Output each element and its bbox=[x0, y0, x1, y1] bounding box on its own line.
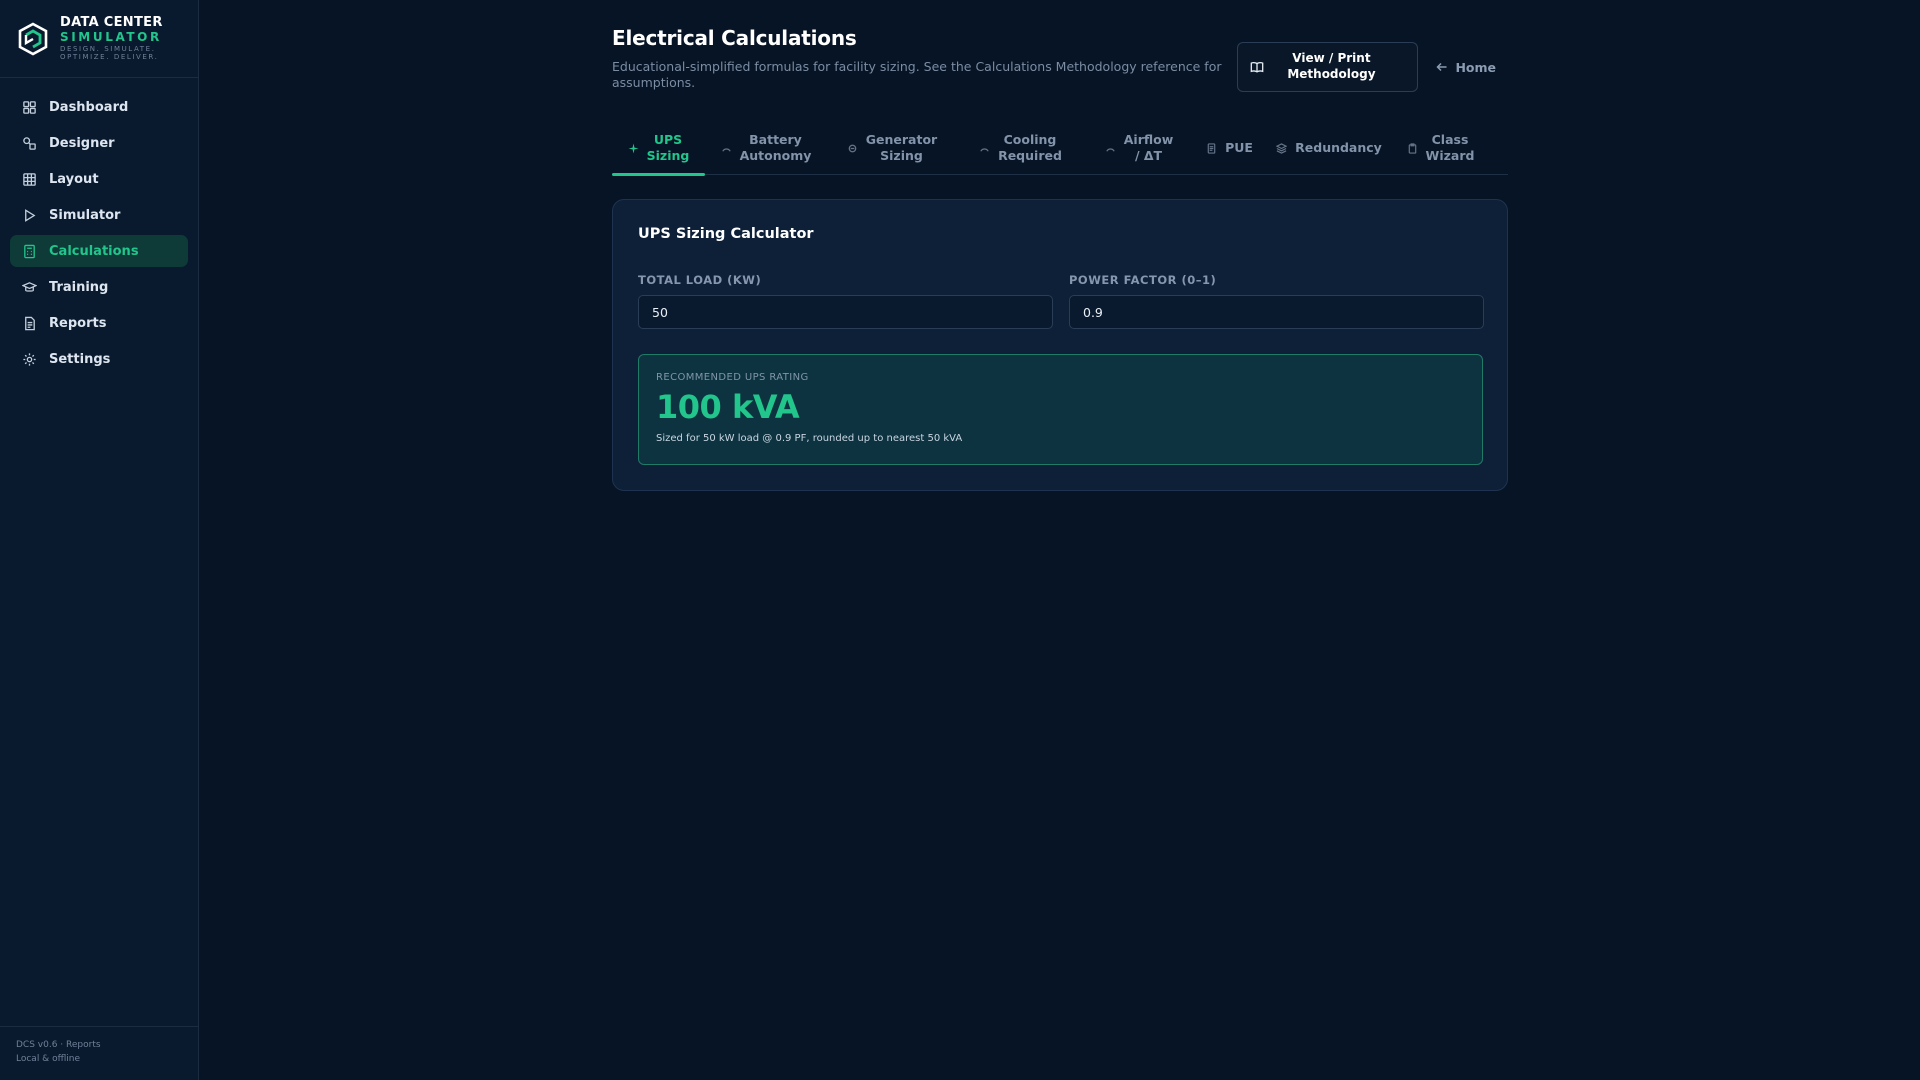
tab-label: Cooling Required bbox=[998, 131, 1062, 163]
tab-label: Generator Sizing bbox=[865, 131, 938, 163]
total-load-field: TOTAL LOAD (KW) bbox=[638, 273, 1053, 329]
result-note: Sized for 50 kW load @ 0.9 PF, rounded u… bbox=[656, 433, 963, 444]
clipboard-icon bbox=[1407, 142, 1418, 154]
sidebar: DATA CENTER SIMULATOR DESIGN. SIMULATE. … bbox=[0, 0, 199, 1080]
total-load-label: TOTAL LOAD (KW) bbox=[638, 273, 762, 287]
tab-cooling-required[interactable]: Cooling Required bbox=[957, 122, 1084, 174]
sidebar-item-label: Simulator bbox=[49, 207, 121, 223]
result-label: RECOMMENDED UPS RATING bbox=[656, 372, 809, 383]
shapes-icon bbox=[22, 136, 37, 151]
power-factor-input[interactable] bbox=[1069, 295, 1484, 329]
power-factor-field: POWER FACTOR (0–1) bbox=[1069, 273, 1484, 329]
sidebar-item-label: Layout bbox=[49, 171, 99, 187]
document-icon bbox=[22, 316, 37, 331]
calculator-tabs: UPS Sizing Battery Autonomy Generator Si… bbox=[612, 122, 1508, 176]
sidebar-nav: Dashboard Designer Layout Simulator Calc… bbox=[0, 78, 198, 375]
brand-name: DATA CENTER bbox=[60, 15, 163, 30]
tab-label: Class Wizard bbox=[1425, 131, 1475, 163]
ups-sizing-card: UPS Sizing Calculator TOTAL LOAD (KW) PO… bbox=[612, 199, 1508, 491]
logo-icon bbox=[17, 22, 49, 56]
sidebar-item-label: Calculations bbox=[49, 243, 139, 259]
layers-icon bbox=[1276, 142, 1288, 154]
sidebar-item-designer[interactable]: Designer bbox=[10, 127, 188, 159]
graduation-cap-icon bbox=[22, 280, 37, 295]
sidebar-item-label: Reports bbox=[49, 315, 107, 331]
view-methodology-button[interactable]: View / Print Methodology bbox=[1237, 42, 1419, 92]
header-actions: View / Print Methodology Home bbox=[1237, 42, 1508, 92]
tab-ups-sizing[interactable]: UPS Sizing bbox=[612, 122, 705, 176]
version-text: DCS v0.6 · Reports bbox=[16, 1040, 101, 1050]
page-subtitle: Educational-simplified formulas for faci… bbox=[612, 59, 1222, 90]
view-methodology-label: View / Print Methodology bbox=[1287, 51, 1376, 81]
arrow-left-icon bbox=[1436, 61, 1448, 73]
power-factor-label: POWER FACTOR (0–1) bbox=[1069, 273, 1217, 287]
tab-label: Airflow / ΔT bbox=[1123, 131, 1174, 163]
result-value: 100 kVA bbox=[656, 388, 800, 426]
total-load-input[interactable] bbox=[638, 295, 1053, 329]
calculator-icon bbox=[22, 244, 37, 259]
gauge-icon bbox=[1105, 143, 1116, 154]
tab-label: Battery Autonomy bbox=[739, 131, 812, 163]
sidebar-footer: DCS v0.6 · Reports Local & offline bbox=[0, 1026, 199, 1080]
document-icon bbox=[1206, 142, 1217, 154]
sidebar-item-label: Settings bbox=[49, 351, 111, 367]
generator-icon bbox=[847, 143, 858, 154]
layout-grid-icon bbox=[22, 172, 37, 187]
sidebar-item-simulator[interactable]: Simulator bbox=[10, 199, 188, 231]
tab-redundancy[interactable]: Redundancy bbox=[1265, 122, 1393, 174]
tab-class-wizard[interactable]: Class Wizard bbox=[1393, 122, 1488, 174]
sidebar-item-calculations[interactable]: Calculations bbox=[10, 235, 188, 267]
tab-airflow[interactable]: Airflow / ΔT bbox=[1084, 122, 1194, 174]
tab-battery-autonomy[interactable]: Battery Autonomy bbox=[705, 122, 827, 174]
sidebar-item-label: Designer bbox=[49, 135, 115, 151]
gauge-icon bbox=[721, 143, 732, 154]
sidebar-item-dashboard[interactable]: Dashboard bbox=[10, 91, 188, 123]
brand-product: SIMULATOR bbox=[60, 30, 162, 44]
book-icon bbox=[1250, 60, 1264, 74]
tab-generator-sizing[interactable]: Generator Sizing bbox=[827, 122, 957, 174]
tab-label: Redundancy bbox=[1295, 139, 1382, 155]
sidebar-item-training[interactable]: Training bbox=[10, 271, 188, 303]
sidebar-item-settings[interactable]: Settings bbox=[10, 343, 188, 375]
tab-pue[interactable]: PUE bbox=[1194, 122, 1265, 174]
tab-label: PUE bbox=[1225, 139, 1253, 155]
tab-label: UPS Sizing bbox=[646, 131, 690, 163]
sidebar-item-label: Dashboard bbox=[49, 99, 129, 115]
brand[interactable]: DATA CENTER SIMULATOR DESIGN. SIMULATE. … bbox=[0, 0, 198, 78]
home-link-label: Home bbox=[1455, 59, 1496, 75]
sidebar-item-reports[interactable]: Reports bbox=[10, 307, 188, 339]
result-panel: RECOMMENDED UPS RATING 100 kVA Sized for… bbox=[638, 354, 1483, 465]
gauge-icon bbox=[979, 143, 990, 154]
brand-tagline-1: DESIGN. SIMULATE. bbox=[60, 45, 156, 53]
card-title: UPS Sizing Calculator bbox=[638, 226, 814, 242]
mode-text: Local & offline bbox=[16, 1053, 81, 1064]
grid-icon bbox=[22, 100, 37, 115]
page-header: Electrical Calculations Educational-simp… bbox=[612, 26, 1508, 96]
sidebar-item-label: Training bbox=[49, 279, 109, 295]
brand-tagline-2: OPTIMIZE. DELIVER. bbox=[60, 53, 159, 61]
gear-icon bbox=[22, 352, 37, 367]
sidebar-item-layout[interactable]: Layout bbox=[10, 163, 188, 195]
home-link[interactable]: Home bbox=[1436, 60, 1508, 75]
play-icon bbox=[22, 208, 37, 223]
sparkle-icon bbox=[628, 142, 639, 154]
